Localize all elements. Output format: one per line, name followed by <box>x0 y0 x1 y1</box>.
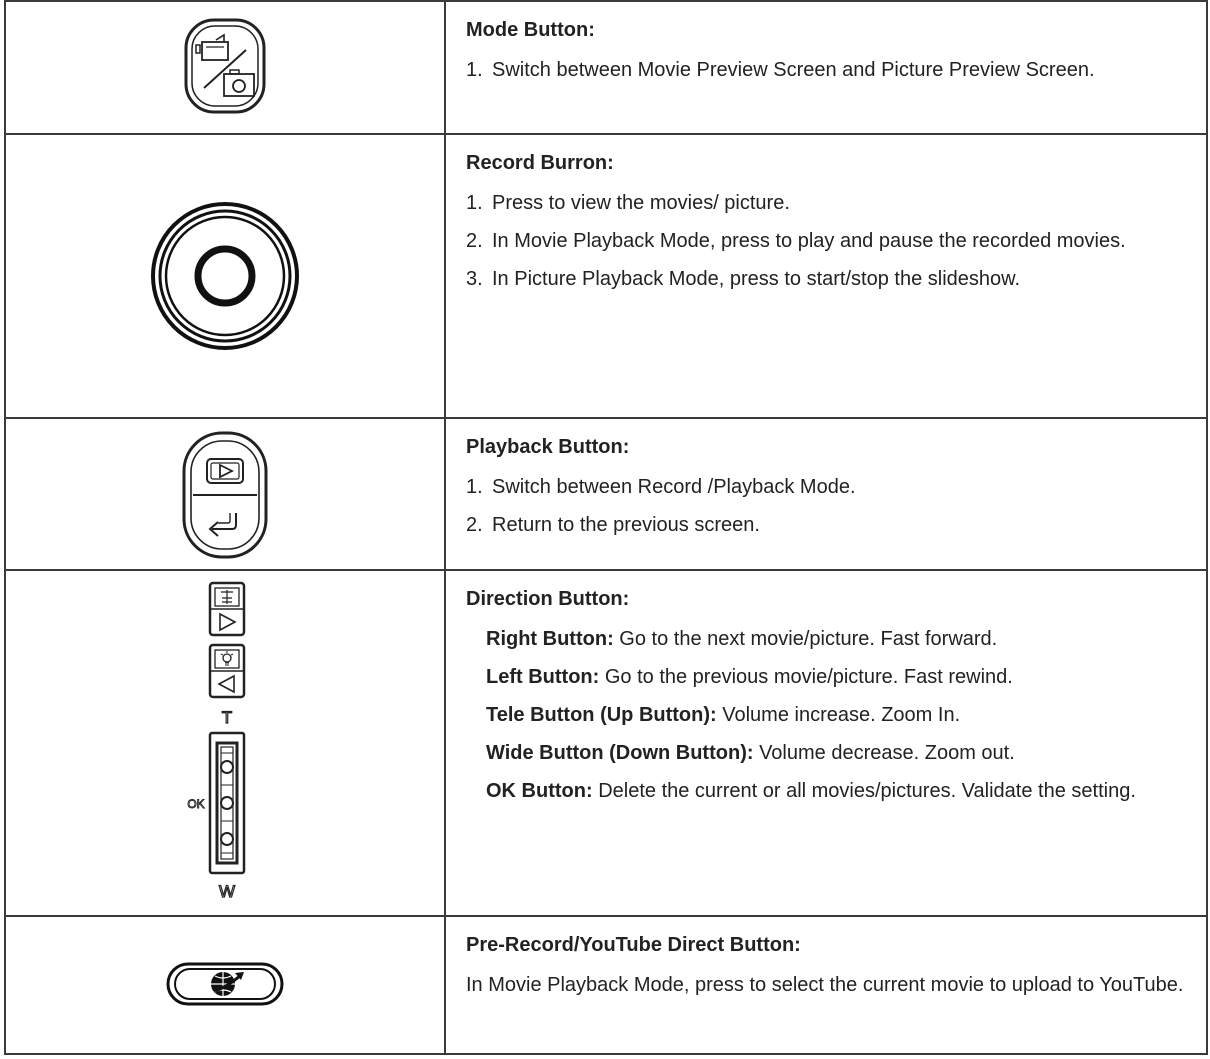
table-row: Playback Button: 1. Switch between Record… <box>4 417 1208 571</box>
description-text: In Movie Playback Mode, press to select … <box>466 974 1184 996</box>
youtube-globe-icon <box>6 961 444 1007</box>
list-item: Left Button: Go to the previous movie/pi… <box>486 666 1013 688</box>
list-item: 2. In Movie Playback Mode, press to play … <box>466 230 1126 252</box>
icon-cell <box>4 915 446 1055</box>
list-item: 2. Return to the previous screen. <box>466 514 760 536</box>
button-description-table: Mode Button: 1. Switch between Movie Prev… <box>4 0 1208 1055</box>
list-item: Right Button: Go to the next movie/pictu… <box>486 628 998 650</box>
pre-record-button-title: Pre-Record/YouTube Direct Button: <box>466 934 801 956</box>
wide-label: W <box>219 882 235 901</box>
icon-cell <box>4 417 446 571</box>
table-row: Pre-Record/YouTube Direct Button: In Mov… <box>4 915 1208 1055</box>
description-cell: Mode Button: 1. Switch between Movie Prev… <box>444 0 1208 135</box>
direction-button-title: Direction Button: <box>466 588 630 610</box>
mode-button-title: Mode Button: <box>466 19 595 41</box>
description-cell: Playback Button: 1. Switch between Record… <box>444 417 1208 571</box>
description-cell: Pre-Record/YouTube Direct Button: In Mov… <box>444 915 1208 1055</box>
list-item: Tele Button (Up Button): Volume increase… <box>486 704 961 726</box>
mode-switch-icon <box>6 16 444 116</box>
list-item: 1. Switch between Record /Playback Mode. <box>466 476 856 498</box>
icon-cell <box>4 133 446 419</box>
description-cell: Direction Button: Right Button: Go to th… <box>444 569 1208 917</box>
table-row: T OK W Direction Button: Right Button: G… <box>4 569 1208 917</box>
list-item: 1. Switch between Movie Preview Screen an… <box>466 59 1095 81</box>
ok-label: OK <box>187 797 204 811</box>
table-row: Record Burron: 1. Press to view the movie… <box>4 133 1208 419</box>
record-button-title: Record Burron: <box>466 152 614 174</box>
list-item: 1. Press to view the movies/ picture. <box>466 192 790 214</box>
icon-cell <box>4 0 446 135</box>
tele-label: T <box>222 708 232 727</box>
playback-button-title: Playback Button: <box>466 436 630 458</box>
description-cell: Record Burron: 1. Press to view the movie… <box>444 133 1208 419</box>
direction-buttons-icon: T OK W <box>6 581 444 905</box>
record-button-icon <box>6 201 444 351</box>
list-item: Wide Button (Down Button): Volume decrea… <box>486 742 1015 764</box>
list-item: 3. In Picture Playback Mode, press to sta… <box>466 268 1021 290</box>
playback-button-icon <box>6 429 444 561</box>
table-row: Mode Button: 1. Switch between Movie Prev… <box>4 0 1208 135</box>
icon-cell: T OK W <box>4 569 446 917</box>
list-item: OK Button: Delete the current or all mov… <box>486 780 1136 802</box>
